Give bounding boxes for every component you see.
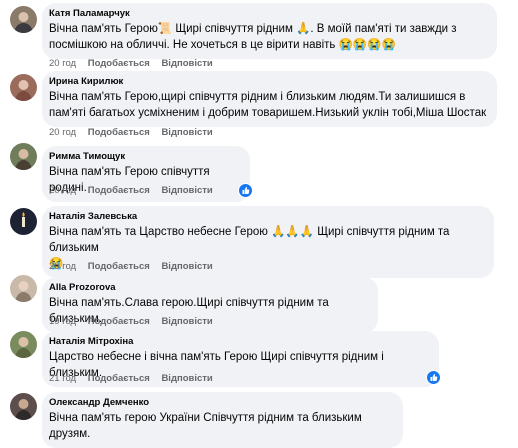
like-button[interactable]: Подобається [88,185,150,196]
comment-time[interactable]: 20 год [49,58,76,69]
comment-text: пам'яті багатьох усміхненим і добрим тов… [49,107,487,119]
like-reaction-badge[interactable] [426,370,441,385]
avatar[interactable] [10,143,37,170]
comment-text: Вічна пам'ять Герою📜 Щирі співчуття рідн… [49,23,457,35]
comment-bubble: Олександр Демченко Вічна пам'ять герою У… [42,392,403,448]
avatar[interactable] [10,393,37,420]
reply-button[interactable]: Відповісти [161,58,212,69]
avatar[interactable] [10,275,37,302]
reply-button[interactable]: Відповісти [161,185,212,196]
comment-author[interactable]: Олександр Демченко [49,397,396,409]
avatar[interactable] [10,74,37,101]
reply-button[interactable]: Відповісти [161,373,212,384]
comment-author[interactable]: Катя Паламарчук [49,8,490,20]
comment-author[interactable]: Наталія Залевська [49,211,487,223]
comment-actions: 19 год Подобається Відповісти [49,316,222,327]
comment-actions: 20 год Подобається Відповісти [49,261,222,272]
reply-button[interactable]: Відповісти [161,127,212,138]
like-button[interactable]: Подобається [88,373,150,384]
thumbs-up-icon [430,374,438,381]
like-button[interactable]: Подобається [88,58,150,69]
comment-time[interactable]: 20 год [49,127,76,138]
comment-time[interactable]: 20 год [49,185,76,196]
avatar[interactable] [10,6,37,33]
comment-time[interactable]: 21 год [49,373,76,384]
like-button[interactable]: Подобається [88,316,150,327]
comment-author[interactable]: Ирина Кирилюк [49,76,490,88]
comment-actions: 21 год Подобається Відповісти [49,373,222,384]
avatar[interactable] [10,208,37,235]
comment-author[interactable]: Alla Prozorova [49,282,371,294]
avatar[interactable] [10,331,37,358]
comment-bubble: Катя Паламарчук Вічна пам'ять Герою📜 Щир… [42,3,497,59]
like-reaction-badge[interactable] [238,183,253,198]
comment-author[interactable]: Наталія Мітрохіна [49,336,432,348]
comment-text: Вічна пам'ять та Царство небесне Герою 🙏… [49,226,450,254]
comment-text: посмішкою на обличчі. Не хочеться в це в… [49,39,396,51]
comment-text: Вічна пам'ять Герою,щирі співчуття рідни… [49,91,466,103]
thumbs-up-icon [242,187,250,194]
comment-text: Вічна пам'ять герою України Співчуття рі… [49,412,362,440]
reply-button[interactable]: Відповісти [161,261,212,272]
like-button[interactable]: Подобається [88,127,150,138]
comment-time[interactable]: 19 год [49,316,76,327]
like-button[interactable]: Подобається [88,261,150,272]
comment-author[interactable]: Римма Тимощук [49,151,243,163]
comment-bubble: Ирина Кирилюк Вічна пам'ять Герою,щирі с… [42,71,497,127]
comment-time[interactable]: 20 год [49,261,76,272]
comment-actions: 20 год Подобається Відповісти [49,58,222,69]
comment-actions: 20 год Подобається Відповісти [49,185,222,196]
comment-actions: 20 год Подобається Відповісти [49,127,222,138]
reply-button[interactable]: Відповісти [161,316,212,327]
